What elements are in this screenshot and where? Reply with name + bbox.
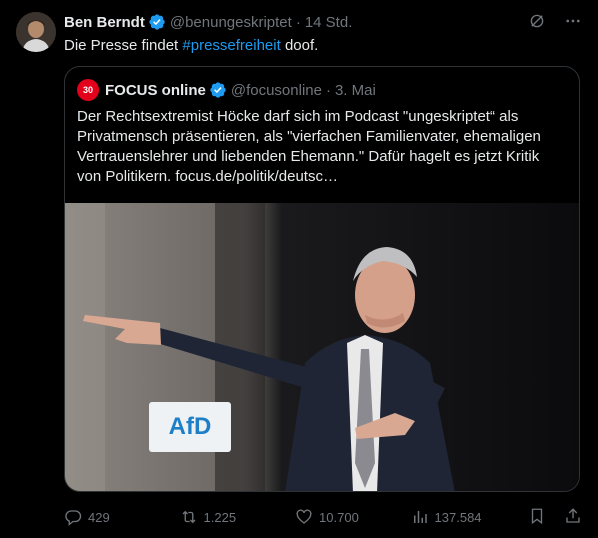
- quoted-post-header: 30 FOCUS online @focusonline · 3. Mai: [77, 79, 376, 101]
- quoted-author-name: FOCUS online: [105, 81, 206, 99]
- repost-button[interactable]: 1.225: [180, 508, 296, 526]
- repost-icon: [180, 508, 198, 526]
- quoted-post[interactable]: 30 FOCUS online @focusonline · 3. Mai De…: [64, 66, 580, 492]
- verified-badge-icon[interactable]: [148, 13, 166, 31]
- share-icon[interactable]: [564, 507, 582, 528]
- focus-avatar: 30: [77, 79, 99, 101]
- reply-button[interactable]: 429: [64, 508, 180, 526]
- author-avatar[interactable]: [16, 12, 56, 52]
- post-header: Ben Berndt @benungeskriptet · 14 Std.: [64, 12, 582, 32]
- views-button[interactable]: 137.584: [411, 508, 528, 526]
- repost-count: 1.225: [203, 509, 237, 525]
- like-button[interactable]: 10.700: [295, 508, 411, 526]
- like-icon: [295, 508, 313, 526]
- separator-dot: ·: [325, 81, 331, 99]
- quoted-post-image[interactable]: AfD: [65, 203, 579, 491]
- grok-icon[interactable]: [528, 12, 546, 30]
- quoted-author-handle: @focusonline: [230, 81, 322, 99]
- post-text-before: Die Presse findet: [64, 37, 183, 54]
- post-time[interactable]: 14 Std.: [305, 14, 353, 31]
- more-icon[interactable]: [564, 12, 582, 30]
- afd-sign-text: AfD: [168, 413, 212, 440]
- quoted-post-text: Der Rechtsextremist Höcke darf sich im P…: [77, 108, 541, 185]
- separator-dot: ·: [295, 13, 301, 31]
- reply-icon: [64, 508, 82, 526]
- author-name[interactable]: Ben Berndt: [64, 14, 145, 31]
- author-handle[interactable]: @benungeskriptet: [170, 14, 292, 31]
- post-text-after: doof.: [280, 37, 319, 54]
- like-count: 10.700: [319, 509, 359, 525]
- quoted-post-time: 3. Mai: [334, 81, 376, 99]
- afd-sign: AfD: [149, 402, 231, 452]
- post-text: Die Presse findet #pressefreiheit doof.: [64, 36, 318, 56]
- views-icon: [411, 508, 429, 526]
- views-count: 137.584: [434, 509, 482, 525]
- hashtag-link[interactable]: #pressefreiheit: [182, 37, 280, 54]
- verified-badge-icon: [209, 81, 227, 99]
- reply-count: 429: [88, 509, 110, 525]
- bookmark-icon[interactable]: [528, 507, 546, 528]
- action-bar: 429 1.225 10.700 137.584: [64, 506, 582, 528]
